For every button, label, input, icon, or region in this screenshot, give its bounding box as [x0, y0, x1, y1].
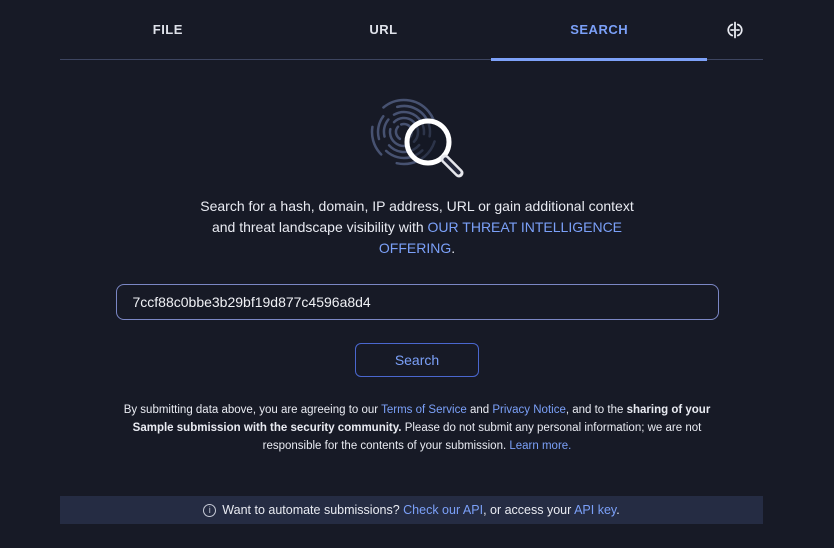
api-key-link[interactable]: API key — [574, 503, 616, 517]
info-icon: i — [203, 503, 217, 517]
description-period: . — [451, 240, 456, 256]
threat-intelligence-link[interactable]: OUR THREAT INTELLIGENCE — [428, 219, 622, 235]
search-button[interactable]: Search — [355, 343, 479, 377]
legal-text: , and to the — [565, 404, 627, 416]
learn-more-link[interactable]: Learn more. — [509, 440, 571, 452]
legal-text: and — [466, 404, 493, 416]
tab-search[interactable]: SEARCH — [491, 0, 707, 61]
legal-disclaimer: By submitting data above, you are agreei… — [123, 401, 711, 455]
banner-text: , or access your — [483, 503, 575, 517]
hero-icon-container — [0, 92, 834, 182]
api-banner: i Want to automate submissions? Check ou… — [60, 496, 763, 524]
terms-of-service-link[interactable]: Terms of Service — [381, 404, 467, 416]
banner-text: Want to automate submissions? — [222, 503, 404, 517]
search-input[interactable] — [115, 284, 719, 320]
legal-text: By submitting data above, you are agreei… — [123, 404, 382, 416]
keyboard-shortcuts-icon — [727, 21, 743, 38]
description-line1: Search for a hash, domain, IP address, U… — [200, 198, 634, 214]
privacy-notice-link[interactable]: Privacy Notice — [492, 404, 566, 416]
api-banner-text: Want to automate submissions? Check our … — [222, 503, 619, 517]
fingerprint-magnifier-icon — [370, 98, 464, 178]
tab-url-label: URL — [369, 22, 398, 37]
search-description: Search for a hash, domain, IP address, U… — [177, 196, 657, 259]
description-line2: and threat landscape visibility with — [211, 219, 428, 235]
tab-file-label: FILE — [152, 22, 183, 37]
tab-file[interactable]: FILE — [60, 0, 276, 59]
tab-url[interactable]: URL — [276, 0, 492, 59]
banner-text: . — [616, 503, 620, 517]
tab-bar: FILE URL SEARCH — [60, 0, 763, 61]
check-our-api-link[interactable]: Check our API — [403, 503, 483, 517]
keyboard-shortcuts-button[interactable] — [707, 0, 763, 59]
threat-intelligence-link-continued[interactable]: OFFERING — [379, 240, 451, 256]
tab-search-label: SEARCH — [570, 22, 629, 37]
